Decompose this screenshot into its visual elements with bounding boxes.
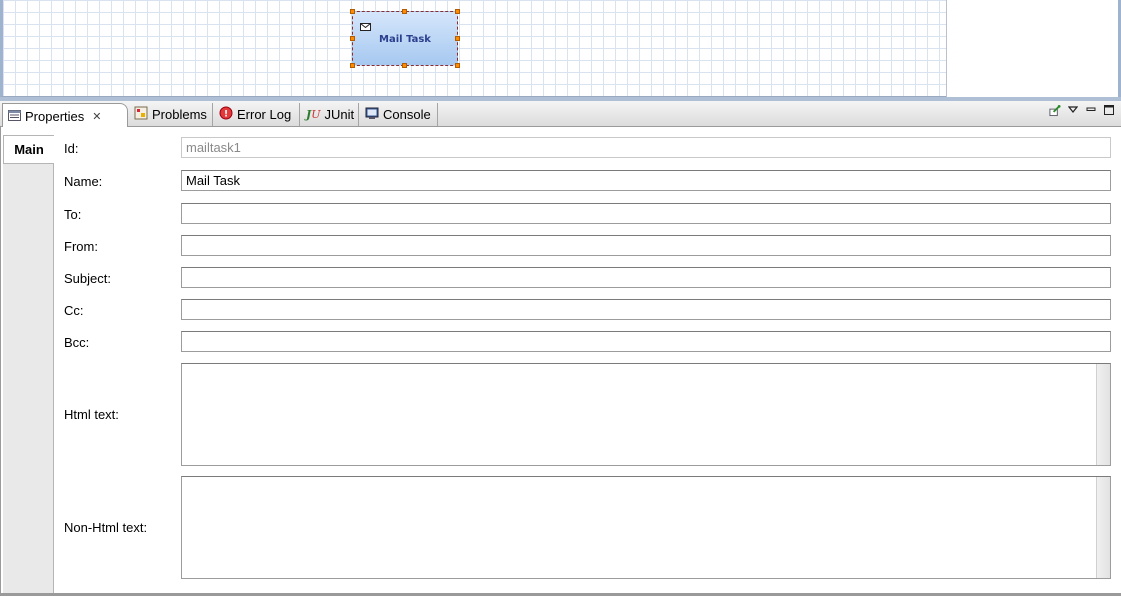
tab-console[interactable]: Console: [360, 103, 438, 126]
id-field[interactable]: [181, 137, 1111, 158]
diagram-canvas[interactable]: [0, 0, 946, 97]
resize-handle-ne[interactable]: [455, 9, 460, 14]
side-tab-main[interactable]: Main: [3, 135, 54, 164]
name-field[interactable]: [181, 170, 1111, 191]
close-icon[interactable]: ✕: [92, 110, 101, 123]
tab-junit[interactable]: JU JUnit: [301, 103, 359, 126]
canvas-margin: [946, 0, 1118, 97]
resize-handle-e[interactable]: [455, 36, 460, 41]
non-html-text-label: Non-Html text:: [64, 520, 148, 535]
view-toolbar: [1049, 104, 1115, 116]
from-field[interactable]: [181, 235, 1111, 256]
html-text-scrollbar[interactable]: [1096, 364, 1110, 465]
error-log-icon: !: [219, 106, 233, 123]
resize-handle-nw[interactable]: [350, 9, 355, 14]
tab-label: Problems: [152, 107, 207, 122]
resize-handle-s[interactable]: [402, 63, 407, 68]
resize-handle-sw[interactable]: [350, 63, 355, 68]
svg-text:!: !: [224, 110, 228, 120]
tab-label: Properties: [25, 108, 85, 124]
tab-label: Error Log: [237, 107, 292, 122]
cc-label: Cc:: [64, 303, 84, 318]
id-label: Id:: [64, 141, 79, 156]
mail-task-node[interactable]: Mail Task: [352, 11, 458, 66]
properties-side-tabs: Main: [3, 135, 54, 596]
maximize-icon[interactable]: [1103, 104, 1115, 116]
tab-label: JUnit: [324, 107, 355, 122]
name-label: Name:: [64, 174, 103, 189]
non-html-text-area[interactable]: [181, 476, 1111, 579]
subject-label: Subject:: [64, 271, 111, 286]
from-label: From:: [64, 239, 98, 254]
problems-icon: [134, 106, 148, 123]
envelope-icon: [360, 19, 371, 34]
junit-icon: JU: [306, 108, 321, 121]
html-text-label: Html text:: [64, 407, 119, 422]
tab-error-log[interactable]: ! Error Log: [214, 103, 300, 126]
resize-handle-n[interactable]: [402, 9, 407, 14]
tab-problems[interactable]: Problems: [129, 103, 213, 126]
view-tab-bar: Properties ✕ Problems ! Error Log JU JUn…: [0, 101, 1121, 128]
to-field[interactable]: [181, 203, 1111, 224]
non-html-text-scrollbar[interactable]: [1096, 477, 1110, 578]
resize-handle-se[interactable]: [455, 63, 460, 68]
minimize-icon[interactable]: [1085, 104, 1097, 116]
tab-label: Console: [383, 107, 431, 122]
html-text-area[interactable]: [181, 363, 1111, 466]
mail-task-label: Mail Task: [379, 34, 431, 45]
view-menu-icon[interactable]: [1067, 104, 1079, 116]
resize-handle-w[interactable]: [350, 36, 355, 41]
subject-field[interactable]: [181, 267, 1111, 288]
cc-field[interactable]: [181, 299, 1111, 320]
properties-icon: [8, 109, 21, 124]
bcc-field[interactable]: [181, 331, 1111, 352]
console-icon: [365, 107, 379, 123]
tab-properties[interactable]: Properties ✕: [2, 103, 128, 128]
bcc-label: Bcc:: [64, 335, 90, 350]
to-label: To:: [64, 207, 82, 222]
pin-icon[interactable]: [1049, 104, 1061, 116]
